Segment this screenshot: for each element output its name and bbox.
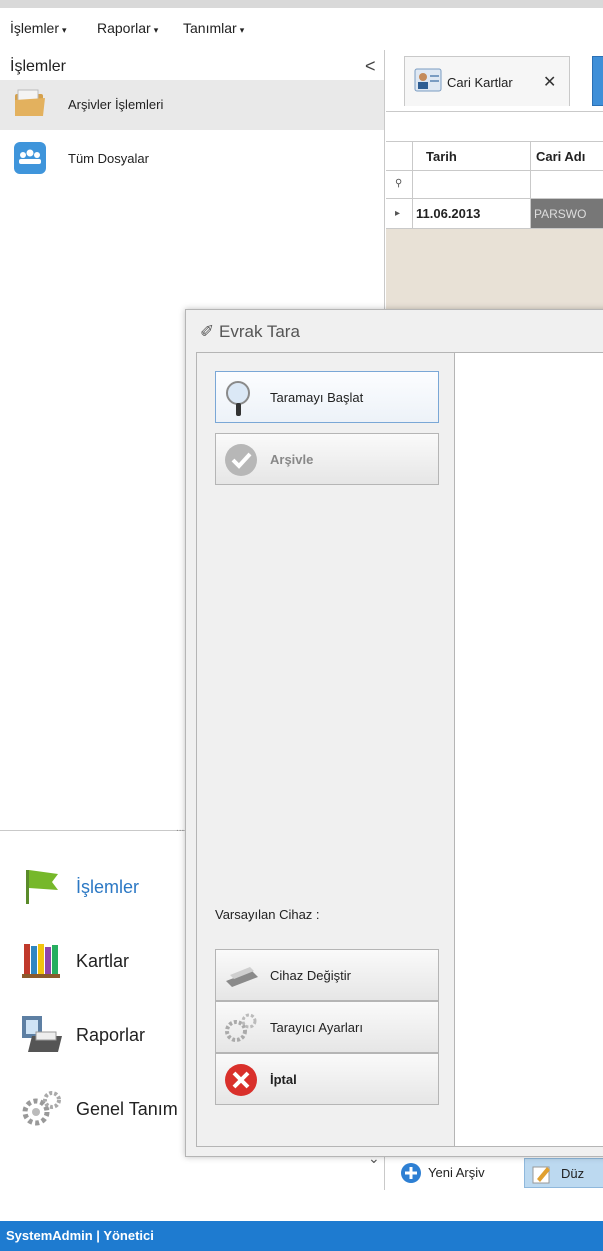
magnifier-icon: [226, 381, 250, 416]
folder-icon: [15, 89, 45, 116]
nav-group-label: İşlemler: [76, 877, 140, 897]
button-label: Yeni Arşiv: [428, 1165, 485, 1180]
edit-button[interactable]: Düz: [524, 1158, 603, 1188]
start-scan-button[interactable]: Taramayı Başlat: [215, 371, 439, 423]
table-row[interactable]: ▸ 11.06.2013 PARSWO: [386, 199, 603, 229]
dialog-body: Taramayı Başlat Arşivle Varsayılan Cihaz…: [196, 352, 603, 1147]
archive-button[interactable]: Arşivle: [215, 433, 439, 485]
change-device-button[interactable]: Cihaz Değiştir: [215, 949, 439, 1001]
tab-label: Cari Kartlar: [447, 75, 513, 90]
scan-dialog: ✐ Evrak Tara Taramayı Başlat Arşivle Var…: [185, 309, 603, 1157]
printer-icon: [22, 1016, 62, 1052]
nav-group-label: Raporlar: [76, 1025, 146, 1045]
books-icon: [22, 944, 60, 978]
add-icon: [401, 1163, 421, 1183]
caret-down-icon: ▾: [153, 25, 159, 35]
menu-tanimlar[interactable]: Tanımlar ▾: [183, 20, 244, 36]
flag-icon: [26, 870, 58, 904]
column-header-cari-adi[interactable]: Cari Adı: [536, 149, 585, 164]
bottom-toolbar: Yeni Arşiv Düz: [386, 1152, 603, 1190]
nav-item-arsivler-islemleri[interactable]: Arşivler İşlemleri: [0, 80, 384, 130]
caret-down-icon: ▾: [239, 25, 245, 35]
main-menubar: İşlemler ▾ Raporlar ▾ Tanımlar ▾: [0, 0, 603, 50]
button-label: Düz: [561, 1166, 585, 1181]
close-icon[interactable]: ✕: [543, 72, 556, 92]
nav-group-label: Genel Tanım: [76, 1099, 178, 1119]
dialog-action-panel: Taramayı Başlat Arşivle Varsayılan Cihaz…: [197, 353, 455, 1146]
close-circle-icon: [225, 1064, 257, 1096]
contact-card-icon: [414, 68, 442, 92]
menu-islemler[interactable]: İşlemler ▾: [10, 20, 67, 36]
gears-icon: [22, 1091, 61, 1126]
button-label: Tarayıcı Ayarları: [270, 1020, 363, 1035]
check-icon: [225, 444, 257, 476]
users-icon: [14, 142, 46, 174]
cell-date: 11.06.2013: [416, 206, 481, 221]
edit-icon: [532, 1166, 550, 1184]
filter-row[interactable]: ⚲: [386, 171, 603, 199]
new-archive-button[interactable]: Yeni Arşiv: [400, 1158, 530, 1188]
grid-header: Tarih Cari Adı: [386, 142, 603, 171]
filter-pin-icon: ⚲: [395, 178, 403, 189]
scan-preview-area: [456, 353, 603, 1146]
scanner-settings-button[interactable]: Tarayıcı Ayarları: [215, 1001, 439, 1053]
nav-item-tum-dosyalar[interactable]: Tüm Dosyalar: [0, 134, 384, 184]
nav-header: İşlemler: [10, 58, 67, 75]
user-status: SystemAdmin | Yönetici: [0, 1221, 603, 1251]
default-device-label: Varsayılan Cihaz :: [215, 907, 320, 922]
tab-cari-kartlar[interactable]: Cari Kartlar ✕: [404, 56, 570, 106]
nav-item-label: Arşivler İşlemleri: [68, 97, 164, 112]
gears-icon: [225, 1013, 257, 1042]
button-label: Arşivle: [270, 452, 314, 467]
caret-down-icon: ▾: [62, 25, 67, 35]
button-label: Taramayı Başlat: [270, 390, 364, 405]
nav-group-label: Kartlar: [76, 951, 130, 971]
collapse-icon[interactable]: <: [365, 56, 376, 77]
dialog-title: ✐ Evrak Tara: [200, 322, 300, 341]
cancel-button[interactable]: İptal: [215, 1053, 439, 1105]
tab-strip: Cari Kartlar ✕: [386, 50, 603, 112]
scanner-icon: [226, 967, 258, 987]
group-panel: [386, 112, 603, 142]
cell-name: PARSWO: [530, 199, 603, 228]
button-label: İptal: [270, 1072, 297, 1087]
eraser-icon: ✐: [200, 322, 215, 341]
tab-next[interactable]: [592, 56, 603, 106]
row-indicator-icon: ▸: [395, 208, 401, 219]
column-header-tarih[interactable]: Tarih: [426, 149, 457, 164]
status-bar: SystemAdmin | Yönetici: [0, 1190, 603, 1251]
nav-item-label: Tüm Dosyalar: [68, 151, 149, 166]
button-label: Cihaz Değiştir: [270, 968, 351, 983]
menu-raporlar[interactable]: Raporlar ▾: [97, 20, 158, 36]
